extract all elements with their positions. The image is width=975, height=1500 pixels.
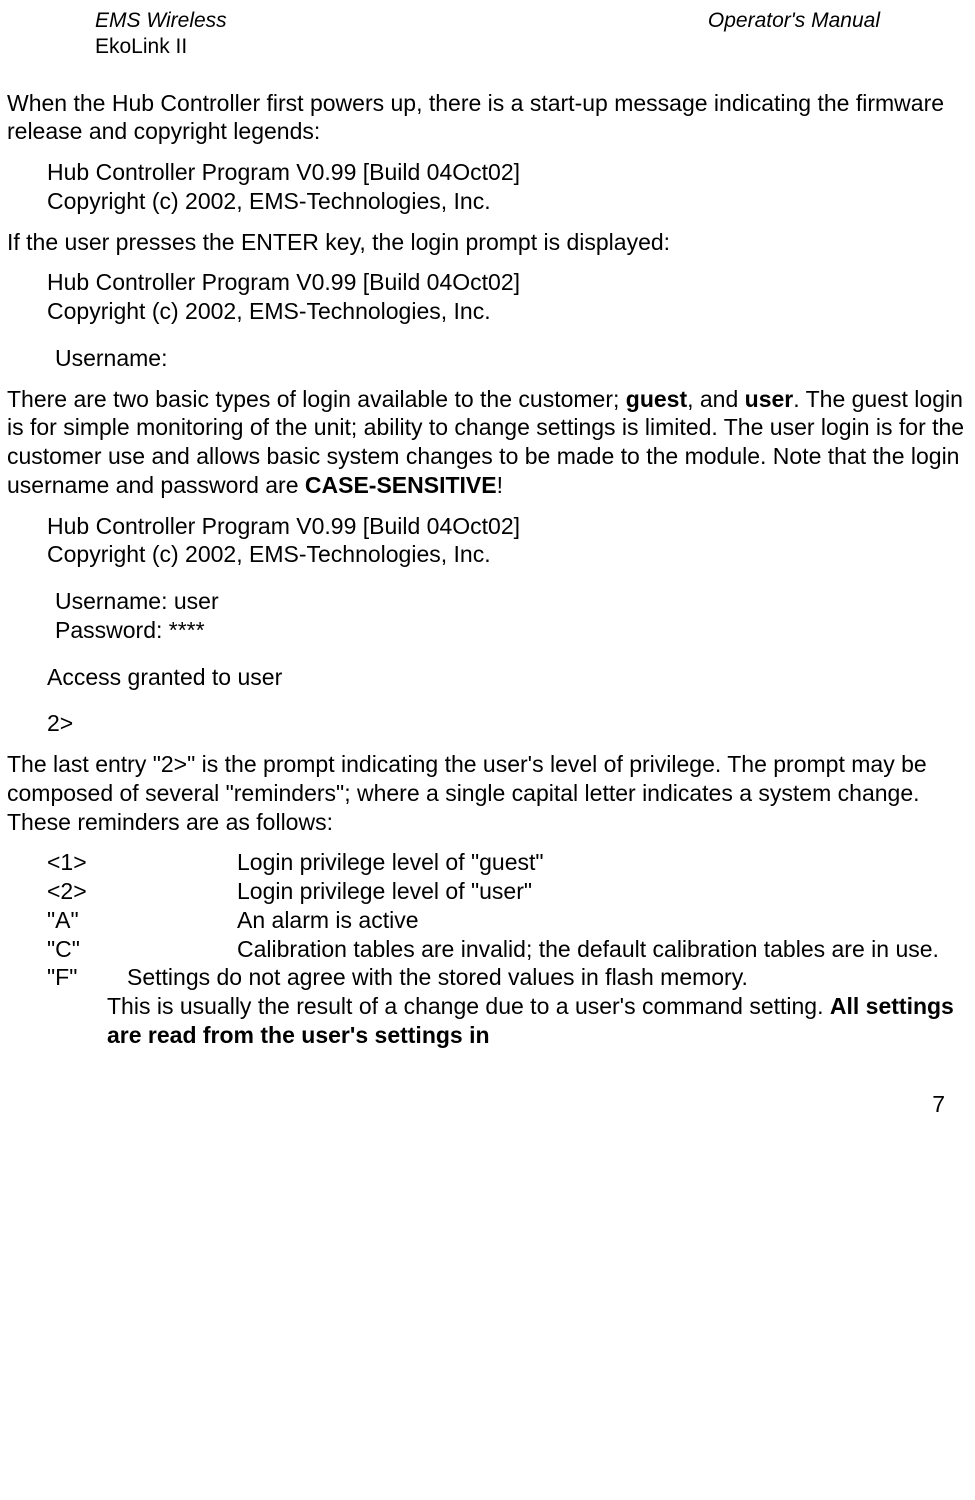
text: , and xyxy=(687,386,745,412)
code-line: Username: xyxy=(47,344,968,373)
reminder-key: "F" xyxy=(47,963,107,992)
reminder-desc: Login privilege level of "user" xyxy=(237,877,968,906)
text: There are two basic types of login avail… xyxy=(7,386,626,412)
code-line: Hub Controller Program V0.99 [Build 04Oc… xyxy=(47,512,968,541)
reminders-list: <1> Login privilege level of "guest" <2>… xyxy=(7,848,968,1049)
code-line: Hub Controller Program V0.99 [Build 04Oc… xyxy=(47,158,968,187)
code-line: Hub Controller Program V0.99 [Build 04Oc… xyxy=(47,268,968,297)
header-left-line2: EkoLink II xyxy=(95,35,187,58)
reminder-key: <1> xyxy=(47,848,107,877)
reminder-desc: Login privilege level of "guest" xyxy=(237,848,968,877)
code-line: Copyright (c) 2002, EMS-Technologies, In… xyxy=(47,540,968,569)
header-left-line1: EMS Wireless xyxy=(95,9,227,32)
code-line: Access granted to user xyxy=(47,663,968,692)
page: EMS Wireless EkoLink II Operator's Manua… xyxy=(0,0,975,1118)
reminder-row: "A" An alarm is active xyxy=(47,906,968,935)
reminder-desc: Calibration tables are invalid; the defa… xyxy=(237,935,968,964)
text: This is usually the result of a change d… xyxy=(107,993,830,1019)
code-line: Username: user xyxy=(47,587,968,616)
paragraph-intro: When the Hub Controller first powers up,… xyxy=(7,89,968,147)
header-left: EMS Wireless EkoLink II xyxy=(95,8,227,61)
reminder-key: <2> xyxy=(47,877,107,906)
page-number: 7 xyxy=(0,1090,975,1119)
reminder-row: "C" Calibration tables are invalid; the … xyxy=(47,935,968,964)
bold-guest: guest xyxy=(626,386,687,412)
reminder-row: "F" Settings do not agree with the store… xyxy=(47,963,968,992)
text: ! xyxy=(497,472,503,498)
page-header: EMS Wireless EkoLink II Operator's Manua… xyxy=(0,8,975,61)
code-block-1: Hub Controller Program V0.99 [Build 04Oc… xyxy=(7,158,968,216)
code-block-3: Hub Controller Program V0.99 [Build 04Oc… xyxy=(7,512,968,739)
code-line: Copyright (c) 2002, EMS-Technologies, In… xyxy=(47,297,968,326)
body-content: When the Hub Controller first powers up,… xyxy=(0,89,975,1050)
header-right: Operator's Manual xyxy=(708,8,880,61)
reminder-desc-continued: This is usually the result of a change d… xyxy=(47,992,968,1050)
reminder-desc: An alarm is active xyxy=(237,906,968,935)
code-line: Password: **** xyxy=(47,616,968,645)
paragraph-prompt: The last entry "2>" is the prompt indica… xyxy=(7,750,968,836)
reminder-key: "A" xyxy=(47,906,107,935)
reminder-row: <2> Login privilege level of "user" xyxy=(47,877,968,906)
reminder-key: "C" xyxy=(47,935,107,964)
reminder-row: <1> Login privilege level of "guest" xyxy=(47,848,968,877)
bold-user: user xyxy=(745,386,794,412)
code-line: 2> xyxy=(47,709,968,738)
code-block-2: Hub Controller Program V0.99 [Build 04Oc… xyxy=(7,268,968,372)
reminder-desc: Settings do not agree with the stored va… xyxy=(127,963,968,992)
paragraph-enter-key: If the user presses the ENTER key, the l… xyxy=(7,228,968,257)
code-line: Copyright (c) 2002, EMS-Technologies, In… xyxy=(47,187,968,216)
bold-case-sensitive: CASE-SENSITIVE xyxy=(305,472,497,498)
paragraph-login-types: There are two basic types of login avail… xyxy=(7,385,968,500)
